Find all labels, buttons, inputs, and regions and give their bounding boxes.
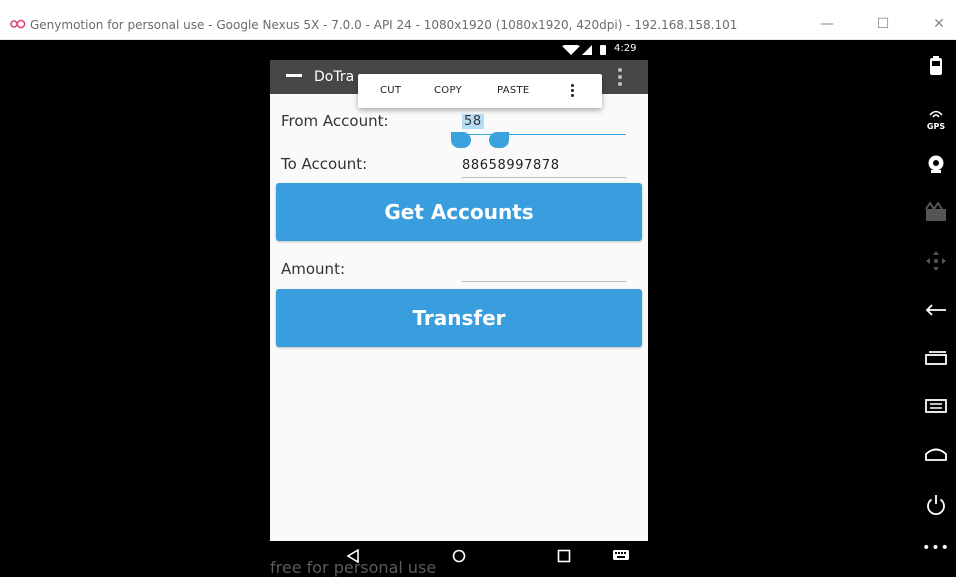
copy-menu-item[interactable]: COPY — [434, 85, 462, 96]
home-nav-icon[interactable] — [452, 549, 466, 563]
app-menu-icon[interactable] — [286, 74, 302, 77]
text-selection-menu: CUT COPY PASTE — [358, 74, 602, 108]
maximize-button[interactable]: ☐ — [868, 12, 898, 36]
more-toolbar-icon[interactable]: ••• — [916, 540, 956, 556]
phone-screen: 4:29 DoTra CUT COPY PASTE From Account: … — [270, 40, 648, 541]
minimize-button[interactable]: — — [812, 12, 842, 36]
recent-apps-toolbar-icon[interactable] — [916, 350, 956, 370]
selection-handle-right[interactable] — [489, 132, 509, 148]
cut-menu-item[interactable]: CUT — [380, 85, 401, 96]
to-account-input[interactable]: 88658997878 — [462, 158, 626, 178]
recents-nav-icon[interactable] — [557, 549, 571, 563]
power-toolbar-icon[interactable] — [916, 494, 956, 520]
wifi-signal-icon — [562, 45, 592, 55]
window-title: Genymotion for personal use - Google Nex… — [30, 18, 738, 32]
from-account-input[interactable]: 58 — [462, 114, 626, 135]
genymotion-logo-icon — [10, 19, 26, 29]
status-bar: 4:29 — [270, 40, 648, 60]
selection-handle-left[interactable] — [451, 132, 471, 148]
amount-label: Amount: — [281, 260, 345, 278]
window-title-bar: Genymotion for personal use - Google Nex… — [0, 0, 956, 40]
back-nav-icon[interactable] — [346, 549, 360, 563]
battery-icon — [600, 45, 606, 55]
selected-text: 58 — [462, 114, 484, 129]
close-button[interactable]: ✕ — [924, 12, 954, 36]
gps-toolbar-icon[interactable]: GPS — [916, 104, 956, 131]
overflow-menu-icon[interactable] — [616, 68, 624, 88]
amount-input[interactable] — [462, 262, 626, 282]
battery-toolbar-icon[interactable] — [916, 56, 956, 80]
status-time: 4:29 — [614, 43, 637, 54]
screencast-toolbar-icon[interactable] — [916, 201, 956, 226]
back-toolbar-icon[interactable] — [916, 302, 956, 322]
webcam-toolbar-icon[interactable] — [916, 154, 956, 178]
transfer-button[interactable]: Transfer — [276, 289, 642, 347]
get-accounts-button[interactable]: Get Accounts — [276, 183, 642, 241]
to-account-label: To Account: — [281, 155, 368, 173]
menu-toolbar-icon[interactable] — [916, 398, 956, 418]
navigation-bar: free for personal use — [270, 541, 648, 577]
from-account-label: From Account: — [281, 112, 389, 130]
home-toolbar-icon[interactable] — [916, 446, 956, 466]
paste-menu-item[interactable]: PASTE — [497, 85, 530, 96]
keyboard-nav-icon[interactable] — [613, 549, 629, 561]
gps-label: GPS — [926, 122, 946, 131]
more-options-icon[interactable] — [570, 84, 576, 100]
dpad-toolbar-icon[interactable] — [916, 250, 956, 276]
app-title: DoTra — [314, 69, 355, 85]
